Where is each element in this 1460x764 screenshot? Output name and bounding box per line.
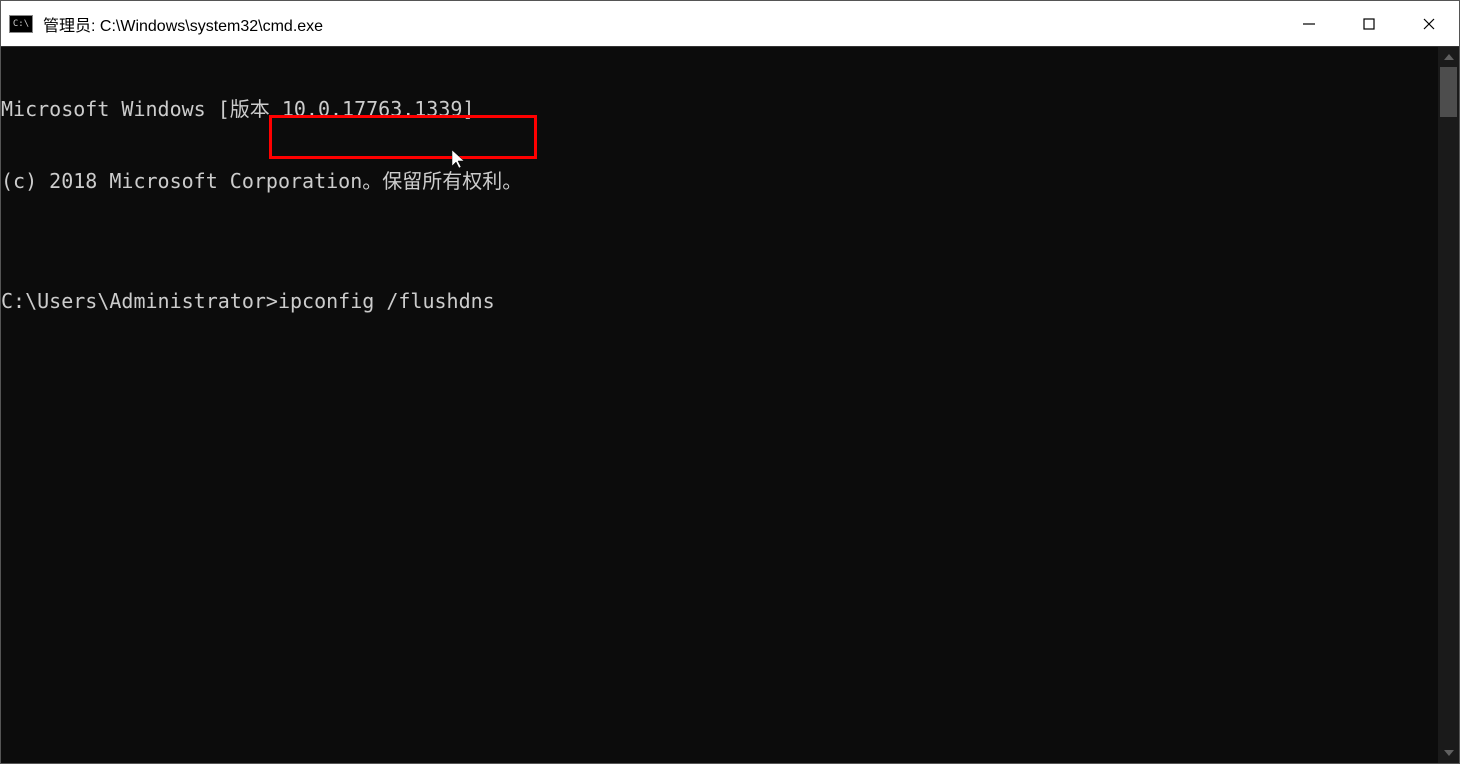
terminal-command[interactable]: ipconfig /flushdns (278, 289, 495, 313)
titlebar[interactable]: C:\ 管理员: C:\Windows\system32\cmd.exe (1, 1, 1459, 47)
window-controls (1279, 1, 1459, 46)
close-icon (1422, 17, 1436, 31)
terminal-prompt: C:\Users\Administrator> (1, 289, 278, 313)
scroll-down-button[interactable] (1438, 743, 1459, 763)
chevron-down-icon (1444, 750, 1454, 756)
vertical-scrollbar[interactable] (1438, 47, 1459, 763)
terminal-wrapper: Microsoft Windows [版本 10.0.17763.1339] (… (1, 47, 1459, 763)
scroll-thumb[interactable] (1440, 67, 1457, 117)
window-title: 管理员: C:\Windows\system32\cmd.exe (43, 12, 1279, 36)
cmd-icon-label: C:\ (13, 19, 29, 29)
minimize-button[interactable] (1279, 1, 1339, 46)
mouse-cursor-icon (452, 150, 468, 170)
minimize-icon (1302, 17, 1316, 31)
chevron-up-icon (1444, 54, 1454, 60)
scroll-up-button[interactable] (1438, 47, 1459, 67)
terminal-line-version: Microsoft Windows [版本 10.0.17763.1339] (1, 97, 1438, 121)
maximize-icon (1362, 17, 1376, 31)
terminal-prompt-line: C:\Users\Administrator>ipconfig /flushdn… (1, 289, 1438, 313)
maximize-button[interactable] (1339, 1, 1399, 46)
scroll-track[interactable] (1438, 67, 1459, 743)
cmd-window: C:\ 管理员: C:\Windows\system32\cmd.exe (0, 0, 1460, 764)
close-button[interactable] (1399, 1, 1459, 46)
terminal[interactable]: Microsoft Windows [版本 10.0.17763.1339] (… (1, 47, 1438, 763)
command-highlight-annotation (269, 115, 537, 159)
terminal-line-copyright: (c) 2018 Microsoft Corporation。保留所有权利。 (1, 169, 1438, 193)
cmd-icon: C:\ (9, 15, 33, 33)
